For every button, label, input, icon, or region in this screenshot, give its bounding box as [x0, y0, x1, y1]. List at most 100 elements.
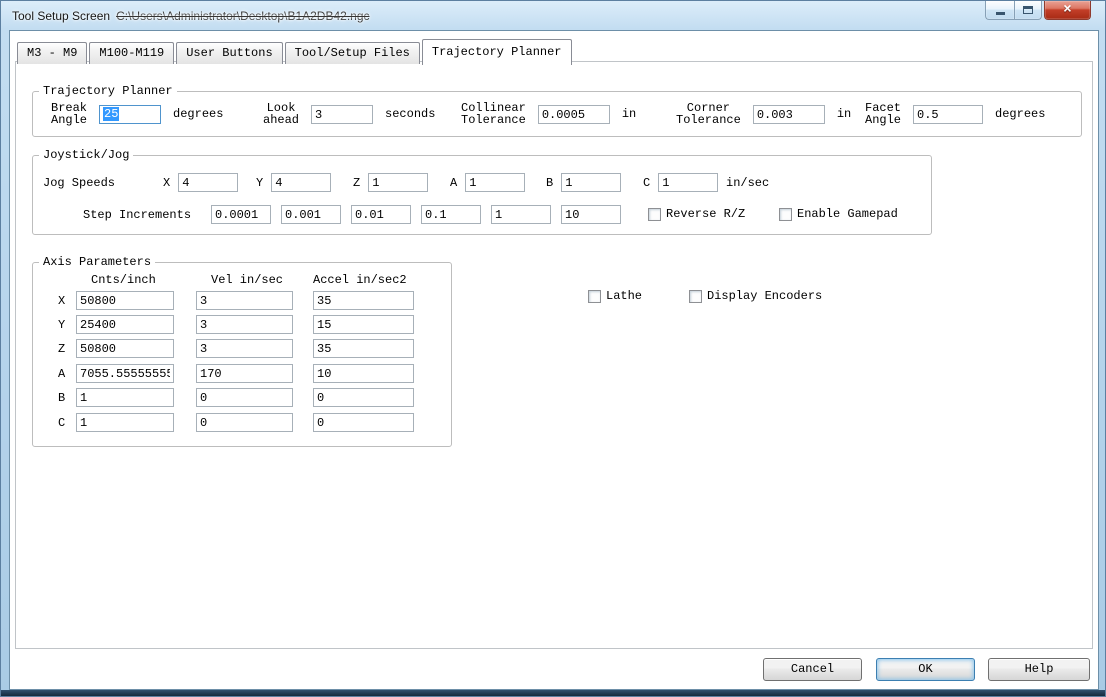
joystick-jog-group: Joystick/Jog Jog Speeds X Y Z — [32, 155, 932, 235]
axis-z-cnts-input[interactable] — [76, 339, 174, 358]
step-increment-6-input[interactable] — [561, 205, 621, 224]
step-increment-3-input[interactable] — [351, 205, 411, 224]
facet-angle-input[interactable] — [913, 105, 983, 124]
axis-c-cnts-input[interactable] — [76, 413, 174, 432]
axis-b-vel-input[interactable] — [196, 388, 293, 407]
enable-gamepad-checkbox[interactable] — [779, 208, 792, 221]
window-title: Tool Setup Screen — [12, 9, 110, 23]
axis-y-label: Y — [58, 318, 65, 332]
jog-speed-z-label: Z — [353, 176, 360, 190]
ok-button[interactable]: OK — [876, 658, 975, 681]
jog-speed-y: Y — [256, 173, 331, 192]
jog-speed-y-label: Y — [256, 176, 263, 190]
look-ahead-label: Look ahead — [263, 102, 299, 126]
step-increment-1-input[interactable] — [211, 205, 271, 224]
tab-trajectory-planner[interactable]: Trajectory Planner — [422, 39, 572, 65]
help-button[interactable]: Help — [988, 658, 1090, 681]
axis-a-accel-input[interactable] — [313, 364, 414, 383]
jog-speed-x-input[interactable] — [178, 173, 238, 192]
axis-b-accel-input[interactable] — [313, 388, 414, 407]
jog-speed-b-input[interactable] — [561, 173, 621, 192]
close-button[interactable]: × — [1044, 1, 1091, 20]
trajectory-planner-group-label: Trajectory Planner — [39, 84, 177, 98]
minimize-button[interactable] — [985, 1, 1014, 20]
tab-content-trajectory-planner: Trajectory Planner Break Angle 25 degree… — [15, 61, 1093, 649]
jog-speed-z: Z — [353, 173, 428, 192]
axis-y-cnts-input[interactable] — [76, 315, 174, 334]
trajectory-planner-group: Trajectory Planner Break Angle 25 degree… — [32, 91, 1082, 137]
jog-speed-a: A — [450, 173, 525, 192]
lathe-checkbox[interactable] — [588, 290, 601, 303]
tab-tool-setup-files[interactable]: Tool/Setup Files — [285, 42, 420, 64]
axis-c-vel-input[interactable] — [196, 413, 293, 432]
corner-tolerance-label: Corner Tolerance — [676, 102, 741, 126]
jog-speed-x-label: X — [163, 176, 170, 190]
maximize-icon — [1023, 6, 1033, 14]
display-encoders-option: Display Encoders — [689, 289, 822, 303]
axis-z-accel-input[interactable] — [313, 339, 414, 358]
axis-parameters-group-label: Axis Parameters — [39, 255, 155, 269]
corner-tolerance-field: Corner Tolerance in — [676, 99, 851, 129]
axis-z-vel-input[interactable] — [196, 339, 293, 358]
window-title-path: C:\Users\Administrator\Desktop\B1A2DB42.… — [116, 9, 369, 23]
break-angle-input[interactable]: 25 — [99, 105, 161, 124]
jog-speed-y-input[interactable] — [271, 173, 331, 192]
reverse-rz-option: Reverse R/Z — [648, 207, 745, 221]
collinear-tolerance-field: Collinear Tolerance in — [461, 99, 636, 129]
dialog-client-area: M3 - M9 M100-M119 User Buttons Tool/Setu… — [10, 31, 1098, 689]
facet-angle-label: Facet Angle — [865, 102, 901, 126]
axis-c-accel-input[interactable] — [313, 413, 414, 432]
lathe-option: Lathe — [588, 289, 642, 303]
axis-y-vel-input[interactable] — [196, 315, 293, 334]
axis-x-vel-input[interactable] — [196, 291, 293, 310]
corner-tolerance-input[interactable] — [753, 105, 825, 124]
jog-speeds-row: Jog Speeds X Y Z A — [33, 173, 931, 193]
jog-speed-a-label: A — [450, 176, 457, 190]
collinear-tolerance-label: Collinear Tolerance — [461, 102, 526, 126]
step-increment-4-input[interactable] — [421, 205, 481, 224]
title-bar[interactable]: Tool Setup Screen C:\Users\Administrator… — [1, 1, 985, 30]
step-increment-2-input[interactable] — [281, 205, 341, 224]
facet-angle-unit: degrees — [995, 107, 1045, 121]
axis-x-accel-input[interactable] — [313, 291, 414, 310]
maximize-button[interactable] — [1014, 1, 1042, 20]
axis-c-label: C — [58, 416, 65, 430]
axis-b-cnts-input[interactable] — [76, 388, 174, 407]
step-increments-row: Step Increments Reverse R/Z Enable Gamep… — [33, 205, 931, 225]
axis-b-label: B — [58, 391, 65, 405]
look-ahead-input[interactable] — [311, 105, 373, 124]
reverse-rz-checkbox[interactable] — [648, 208, 661, 221]
jog-speed-x: X — [163, 173, 238, 192]
step-increment-5-input[interactable] — [491, 205, 551, 224]
axis-x-cnts-input[interactable] — [76, 291, 174, 310]
reverse-rz-label: Reverse R/Z — [666, 207, 745, 221]
jog-speed-c-label: C — [643, 176, 650, 190]
break-angle-unit: degrees — [173, 107, 223, 121]
corner-tolerance-unit: in — [837, 107, 851, 121]
axis-a-cnts-input[interactable] — [76, 364, 174, 383]
jog-speed-c: C — [643, 173, 718, 192]
look-ahead-unit: seconds — [385, 107, 435, 121]
jog-speed-z-input[interactable] — [368, 173, 428, 192]
jog-speed-c-input[interactable] — [658, 173, 718, 192]
accel-column-header: Accel in/sec2 — [313, 273, 407, 287]
collinear-tolerance-unit: in — [622, 107, 636, 121]
break-angle-label: Break Angle — [51, 102, 87, 126]
tab-user-buttons[interactable]: User Buttons — [176, 42, 282, 64]
jog-speeds-unit: in/sec — [726, 176, 769, 190]
axis-a-vel-input[interactable] — [196, 364, 293, 383]
cnts-inch-column-header: Cnts/inch — [91, 273, 156, 287]
cancel-button[interactable]: Cancel — [763, 658, 862, 681]
tab-m3-m9[interactable]: M3 - M9 — [17, 42, 87, 64]
tab-m100-m119[interactable]: M100-M119 — [89, 42, 174, 64]
enable-gamepad-option: Enable Gamepad — [779, 207, 898, 221]
display-encoders-checkbox[interactable] — [689, 290, 702, 303]
step-increments-label: Step Increments — [83, 208, 191, 222]
axis-y-accel-input[interactable] — [313, 315, 414, 334]
minimize-icon — [996, 12, 1005, 15]
jog-speed-a-input[interactable] — [465, 173, 525, 192]
axis-z-label: Z — [58, 342, 65, 356]
jog-speeds-label: Jog Speeds — [43, 176, 115, 190]
joystick-jog-group-label: Joystick/Jog — [39, 148, 133, 162]
collinear-tolerance-input[interactable] — [538, 105, 610, 124]
